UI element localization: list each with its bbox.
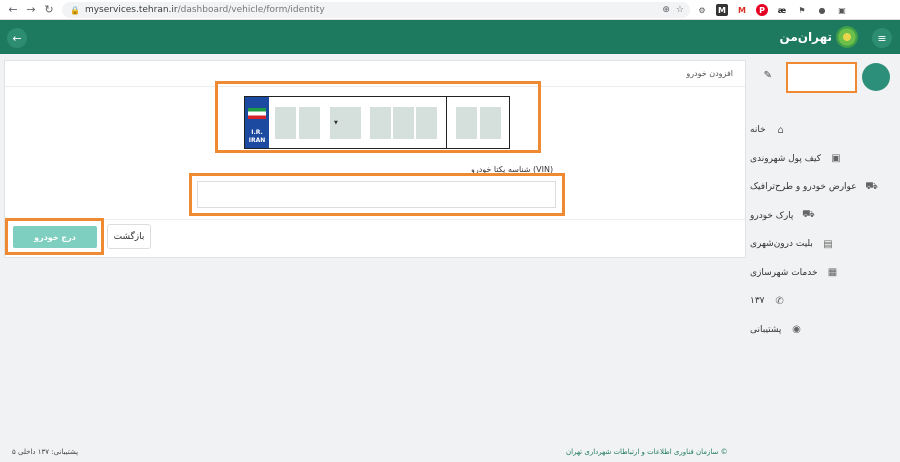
vin-input[interactable] (197, 181, 556, 208)
chevron-left-icon: ‹ (762, 211, 766, 221)
extension-pinterest-icon[interactable]: P (756, 4, 768, 16)
back-arrow-icon[interactable]: ← (4, 1, 22, 19)
building-icon: ▦ (827, 267, 838, 279)
extension-puzzle-icon[interactable]: ▣ (836, 4, 848, 16)
plate-highlight: I.R. IRAN ▼ (215, 81, 541, 153)
extension-flag-icon[interactable]: ⚑ (796, 4, 808, 16)
hamburger-menu-icon[interactable]: ≡ (872, 28, 892, 48)
sidebar-item-137[interactable]: ✆ ۱۳۷ (750, 287, 900, 316)
address-bar[interactable]: 🔒 myservices.tehran.ir/dashboard/vehicle… (62, 2, 690, 18)
url-path: /dashboard/vehicle/form/identity (177, 5, 325, 15)
app-header: ← تهران‌من ≡ (0, 20, 900, 54)
sidebar-item-label: خانه (750, 125, 766, 136)
add-vehicle-card: افزودن خودرو I.R. IRAN ▼ شناسه یکتا خودر… (4, 60, 746, 258)
footer-copyright: © سازمان فناوری اطلاعات و ارتباطات شهردا… (566, 448, 728, 456)
extension-mic-icon[interactable]: ● (816, 4, 828, 16)
forward-arrow-icon[interactable]: → (22, 1, 40, 19)
back-button[interactable]: بازگشت (107, 224, 151, 249)
pencil-icon[interactable]: ✎ (764, 70, 772, 81)
parking-icon: ⛟ (802, 209, 815, 221)
extension-bike-icon[interactable]: ⚙ (696, 4, 708, 16)
logo-text: تهران‌من (779, 30, 832, 44)
plate-country-bottom: IRAN (248, 137, 266, 144)
reload-icon[interactable]: ↻ (40, 1, 58, 19)
extension-m-icon[interactable]: M (716, 4, 728, 16)
headset-icon: ◉ (792, 324, 801, 336)
sidebar: ✎ ⌂ خانه ▣ کیف پول شهروندی ⛟ عوارض خودرو… (750, 54, 900, 462)
submit-highlight: درج خودرو (5, 218, 104, 255)
sidebar-menu: ⌂ خانه ▣ کیف پول شهروندی ⛟ عوارض خودرو و… (750, 116, 900, 344)
footer-support: پشتیبانی: ۱۳۷ داخلی ۵ (12, 448, 79, 456)
zoom-icon[interactable]: ⊕ (662, 5, 670, 15)
license-plate-input: I.R. IRAN ▼ (244, 96, 510, 149)
phone-icon: ✆ (775, 295, 784, 307)
divider (5, 219, 745, 220)
sidebar-item-label: پشتیبانی (750, 324, 782, 335)
plate-country-top: I.R. (251, 129, 263, 136)
plate-region-digit-1[interactable] (456, 107, 477, 139)
sidebar-item-label: عوارض خودرو و طرح‌ترافیک (750, 182, 857, 193)
bookmark-star-icon[interactable]: ☆ (676, 5, 684, 15)
sidebar-item-urban-services[interactable]: ▦ خدمات شهرسازی (750, 259, 900, 288)
vin-highlight (189, 173, 565, 216)
plate-digit-2[interactable] (299, 107, 320, 139)
dropdown-arrow-icon: ▼ (334, 120, 338, 126)
sidebar-item-home[interactable]: ⌂ خانه (750, 116, 900, 145)
sidebar-item-parking[interactable]: ‹ ⛟ پارک خودرو (750, 202, 900, 231)
plate-digit-4[interactable] (393, 107, 414, 139)
page-title: افزودن خودرو (686, 69, 733, 78)
lock-icon: 🔒 (70, 5, 80, 15)
add-vehicle-button[interactable]: درج خودرو (13, 226, 97, 248)
sidebar-item-support[interactable]: ◉ پشتیبانی (750, 316, 900, 345)
sidebar-item-ticket[interactable]: ▤ بلیت درون‌شهری (750, 230, 900, 259)
ticket-icon: ▤ (823, 238, 833, 250)
iran-flag-icon (248, 108, 266, 119)
plate-divider (446, 97, 447, 148)
plate-digit-5[interactable] (416, 107, 437, 139)
plate-region-digit-2[interactable] (480, 107, 501, 139)
extension-ae-icon[interactable]: æ (776, 4, 788, 16)
back-arrow-button[interactable]: ← (7, 28, 27, 48)
sidebar-item-label: بلیت درون‌شهری (750, 239, 813, 250)
user-name-highlight (786, 62, 857, 93)
app-logo[interactable]: تهران‌من (780, 26, 858, 48)
plate-digit-3[interactable] (370, 107, 391, 139)
sidebar-item-wallet[interactable]: ▣ کیف پول شهروندی (750, 145, 900, 174)
browser-toolbar: ← → ↻ 🔒 myservices.tehran.ir/dashboard/v… (0, 0, 900, 20)
url-host: myservices.tehran.ir (84, 5, 178, 15)
sidebar-item-label: ۱۳۷ (750, 296, 765, 307)
logo-flower-icon (836, 26, 858, 48)
avatar[interactable] (862, 63, 890, 91)
plate-country-strip: I.R. IRAN (245, 97, 269, 148)
extension-gmail-icon[interactable]: M (736, 4, 748, 16)
wallet-icon: ▣ (831, 153, 841, 165)
sidebar-item-car-fees[interactable]: ⛟ عوارض خودرو و طرح‌ترافیک (750, 173, 900, 202)
home-icon: ⌂ (777, 124, 784, 136)
sidebar-item-label: خدمات شهرسازی (750, 267, 818, 278)
sidebar-item-label: کیف پول شهروندی (750, 153, 822, 164)
plate-digit-1[interactable] (275, 107, 296, 139)
car-icon: ⛟ (865, 180, 878, 192)
sidebar-item-label: پارک خودرو (750, 210, 794, 221)
